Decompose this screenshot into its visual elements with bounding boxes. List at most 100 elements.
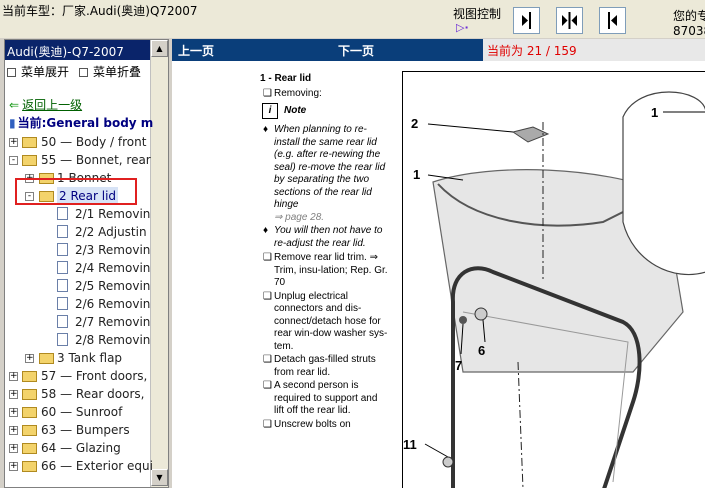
checkbox-icon: ❑ — [263, 87, 272, 99]
tree-folder-item[interactable]: +66 — Exterior equi — [5, 457, 153, 475]
info-icon: i — [262, 103, 278, 119]
callout-1: 1 — [413, 167, 420, 182]
tree-page-item[interactable]: 2/5 Removin — [5, 277, 151, 295]
tree-item-label: 66 — Exterior equi — [41, 459, 153, 473]
expert-phone: 87038205 — [673, 24, 705, 38]
menu-collapse-button[interactable]: 菜单折叠 — [79, 63, 141, 80]
step-text: Unplug electrical connectors and dis-con… — [274, 290, 388, 352]
expand-toggle-icon[interactable]: + — [9, 462, 18, 471]
document-icon — [57, 207, 68, 220]
page-reference-link[interactable]: ⇒ page 28. — [274, 212, 324, 223]
tree-page-item[interactable]: 2/7 Removin — [5, 313, 151, 331]
callout-11: 11 — [403, 437, 417, 452]
collapse-icon — [79, 68, 88, 77]
checkbox-icon: ❑ — [263, 252, 272, 263]
tree-item-label: 64 — Glazing — [41, 441, 121, 455]
tree-item-label: 2/3 Removin — [75, 243, 151, 257]
document-icon — [57, 261, 68, 274]
model-title: Audi(奥迪)-Q7-2007 — [5, 40, 151, 60]
tree-folder-item[interactable]: +57 — Front doors, — [5, 367, 151, 385]
procedure-step: ❑ Unplug electrical connectors and dis-co… — [260, 291, 390, 354]
procedure-step: ❑ Detach gas-filled struts from rear lid. — [260, 354, 390, 379]
folder-icon — [22, 425, 37, 436]
note-header: i Note — [260, 101, 390, 123]
page-indicator: 当前为 21 / 159 — [483, 39, 705, 61]
tree-folder-item[interactable]: - 55 — Bonnet, rear — [5, 151, 151, 169]
document-panel: 上一页 下一页 当前为 21 / 159 1 - Rear lid ❑ Remov… — [172, 39, 705, 488]
step-text: Unscrew bolts on — [274, 418, 351, 430]
tree-item-label: 58 — Rear doors, — [41, 387, 145, 401]
tree-item-label: 3 Tank flap — [57, 351, 123, 365]
tree-item-label: 55 — Bonnet, rear — [41, 153, 151, 167]
view-right-panel-button[interactable] — [599, 7, 626, 34]
expand-toggle-icon[interactable]: + — [9, 444, 18, 453]
view-split-button[interactable] — [556, 7, 583, 34]
view-control-label: 视图控制 — [453, 7, 502, 21]
top-bar: 当前车型：厂家.Audi(奥迪)Q72007 视图控制 ▷· 您的专职客 870… — [0, 0, 705, 38]
tree-item-label: 50 — Body / front — [41, 135, 147, 149]
note-item-1: ♦ When planning to re-install the same re… — [263, 124, 386, 223]
callout-7: 7 — [455, 358, 462, 373]
tree-page-item[interactable]: 2/6 Removin — [5, 295, 151, 313]
folder-icon — [22, 371, 37, 382]
scroll-up-icon[interactable]: ▲ — [151, 40, 168, 57]
expand-toggle-icon[interactable]: + — [9, 408, 18, 417]
back-arrow-icon: ⇐ — [9, 98, 20, 112]
checkbox-icon: ❑ — [263, 380, 272, 391]
diamond-icon: ♦ — [263, 225, 269, 236]
tree-item-label: 57 — Front doors, — [41, 369, 148, 383]
highlight-box — [15, 178, 137, 205]
menu-expand-button[interactable]: 菜单展开 — [7, 63, 69, 80]
removing-step: ❑ Removing: — [263, 87, 322, 99]
procedure-step: ❑ Remove rear lid trim. ⇒ Trim, insu-lati… — [260, 252, 390, 290]
tree-page-item[interactable]: 2/2 Adjustin — [5, 223, 151, 241]
folder-icon — [22, 137, 37, 148]
tree-folder-item[interactable]: +63 — Bumpers — [5, 421, 151, 439]
view-left-panel-button[interactable] — [513, 7, 540, 34]
tree-page-item[interactable]: 2/4 Removin — [5, 259, 151, 277]
rear-lid-diagram: 2 1 1 7 6 11 — [402, 71, 705, 488]
tree-folder-item[interactable]: +64 — Glazing — [5, 439, 151, 457]
tree-folder-item[interactable]: +50 — Body / front — [5, 133, 151, 151]
expand-toggle-icon[interactable]: + — [9, 138, 18, 147]
expand-toggle-icon[interactable]: + — [9, 426, 18, 435]
document-icon — [57, 279, 68, 292]
procedure-step: ❑ Unscrew bolts on — [260, 419, 390, 432]
expand-toggle-icon[interactable]: + — [9, 372, 18, 381]
document-icon — [57, 333, 68, 346]
tree-folder-item[interactable]: +58 — Rear doors, — [5, 385, 151, 403]
diamond-icon: ♦ — [263, 124, 269, 135]
folder-icon — [22, 461, 37, 472]
back-link[interactable]: ⇐ 返回上一级 — [9, 96, 82, 113]
expand-toggle-icon[interactable]: + — [25, 354, 34, 363]
collapse-toggle-icon[interactable]: - — [9, 156, 18, 165]
folder-icon — [22, 407, 37, 418]
prev-page-button[interactable]: 上一页 — [178, 42, 214, 59]
step-text: A second person is required to support a… — [274, 380, 378, 416]
step-text: Remove rear lid trim. ⇒ Trim, insu-latio… — [274, 252, 388, 288]
next-page-button[interactable]: 下一页 — [338, 42, 374, 59]
tree-folder-item[interactable]: +3 Tank flap — [5, 349, 151, 367]
scroll-down-icon[interactable]: ▼ — [151, 469, 168, 486]
procedure-text: 1 - Rear lid ❑ Removing: i Note ♦ When plan… — [260, 73, 390, 432]
folder-icon — [39, 353, 54, 364]
tree-page-item[interactable]: 2/3 Removin — [5, 241, 151, 259]
callout-2: 2 — [411, 116, 418, 131]
document-icon — [57, 243, 68, 256]
step-list: ❑ Remove rear lid trim. ⇒ Trim, insu-lati… — [260, 252, 390, 431]
folder-icon — [22, 389, 37, 400]
page-nav: 上一页 下一页 当前为 21 / 159 — [172, 39, 705, 61]
expand-toggle-icon[interactable]: + — [9, 390, 18, 399]
tree-page-item[interactable]: 2/1 Removin — [5, 205, 151, 223]
book-icon: ▮ — [9, 116, 16, 130]
tree-scrollbar[interactable]: ▲ ▼ — [150, 40, 168, 487]
callout-1-top: 1 — [651, 105, 658, 120]
expert-label: 您的专职客 — [673, 9, 705, 23]
tree-item-label: 2/8 Removin — [75, 333, 151, 347]
document-icon — [57, 225, 68, 238]
tree-page-item[interactable]: 2/8 Removin — [5, 331, 151, 349]
tree-folder-item[interactable]: +60 — Sunroof — [5, 403, 151, 421]
tree-item-label: 2/7 Removin — [75, 315, 151, 329]
checkbox-icon: ❑ — [263, 418, 272, 430]
tree-item-label: 2/4 Removin — [75, 261, 151, 275]
